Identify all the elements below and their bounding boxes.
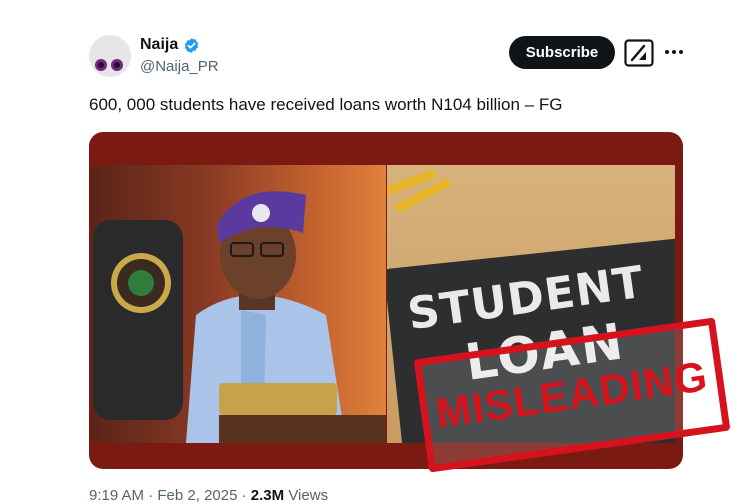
photo-official — [91, 165, 386, 443]
views-label: Views — [288, 487, 329, 504]
avatar[interactable] — [89, 35, 131, 77]
avatar-eye-left — [95, 59, 107, 71]
author-name[interactable]: Naija — [140, 36, 178, 54]
verified-badge-icon — [184, 38, 199, 53]
tweet-time[interactable]: 9:19 AM — [89, 487, 144, 504]
meta-separator: · — [241, 487, 247, 504]
meta-separator: · — [148, 487, 154, 504]
author-handle[interactable]: @Naija_PR — [140, 58, 219, 75]
official-illustration — [93, 191, 386, 443]
views-count: 2.3M — [250, 487, 285, 504]
tweet-date[interactable]: Feb 2, 2025 — [157, 487, 237, 504]
subscribe-button[interactable]: Subscribe — [509, 36, 615, 69]
misleading-stamp-label: MISLEADING — [433, 352, 711, 437]
avatar-eye-right — [111, 59, 123, 71]
tweet-meta: 9:19 AM · Feb 2, 2025 · 2.3M Views — [89, 487, 328, 504]
tweet-text: 600, 000 students have received loans wo… — [89, 95, 563, 114]
more-options-icon[interactable] — [664, 40, 684, 64]
grok-icon[interactable] — [624, 39, 654, 67]
